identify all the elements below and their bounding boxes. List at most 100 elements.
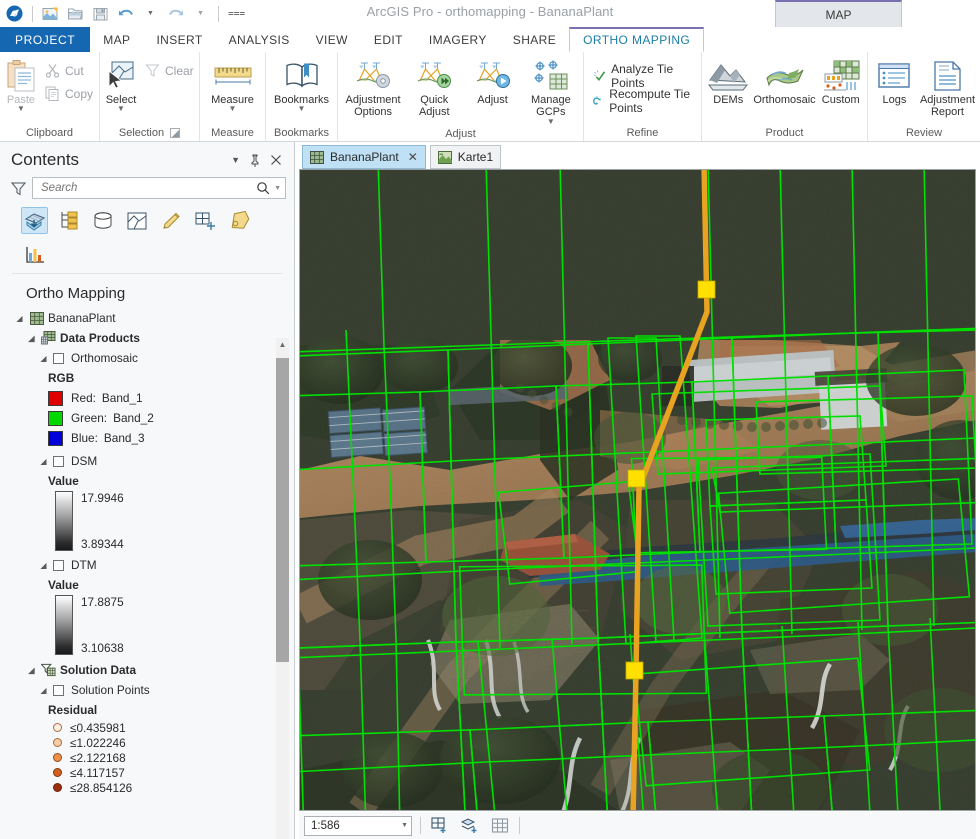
tree-item-solution-data[interactable]: ◢ Solution Data: [4, 660, 294, 680]
expander-icon[interactable]: ◢: [26, 666, 37, 675]
view-tab-bananaplant[interactable]: BananaPlant ✕: [302, 145, 426, 169]
workspace-icon: [29, 311, 44, 326]
save-project-icon[interactable]: [90, 3, 111, 24]
scroll-up-icon[interactable]: ▲: [276, 338, 289, 351]
selection-group-label: Selection: [104, 124, 195, 141]
pane-pin-icon[interactable]: [249, 154, 261, 167]
grid-icon[interactable]: [489, 816, 511, 836]
tree-item-solution-points[interactable]: ◢ Solution Points: [4, 680, 294, 700]
map-canvas[interactable]: [299, 169, 976, 811]
clear-selection-button[interactable]: Clear: [140, 59, 199, 82]
dems-button[interactable]: DEMs: [706, 56, 751, 108]
tree-item-dsm[interactable]: ◢ DSM: [4, 451, 294, 471]
orthomosaic-button[interactable]: Orthomosaic: [753, 56, 817, 108]
draw-order-icon[interactable]: [459, 816, 481, 836]
ribbon-tab-strip[interactable]: PROJECT MAP INSERT ANALYSIS VIEW EDIT IM…: [0, 27, 980, 52]
tab-edit[interactable]: EDIT: [361, 27, 416, 52]
quick-access-toolbar[interactable]: ▼ ▼ ⩶: [0, 3, 247, 24]
residual-class-label: ≤28.854126: [70, 781, 132, 795]
selection-dialog-launcher-icon[interactable]: [170, 128, 180, 138]
paste-caret-icon[interactable]: ▼: [17, 106, 25, 112]
adjust-button[interactable]: Adjust: [464, 56, 520, 108]
undo-dropdown-icon[interactable]: ▼: [140, 3, 161, 24]
selected-features-icon[interactable]: [429, 816, 451, 836]
manage-gcps-button[interactable]: Manage GCPs ▼: [523, 56, 579, 127]
tree-item-data-products[interactable]: ◢ Data Products: [4, 328, 294, 348]
measure-caret-icon[interactable]: ▼: [229, 106, 237, 112]
layer-visibility-checkbox[interactable]: [53, 456, 64, 467]
layer-visibility-checkbox[interactable]: [53, 685, 64, 696]
tab-share[interactable]: SHARE: [500, 27, 569, 52]
logs-button[interactable]: Logs: [872, 56, 917, 108]
scale-combobox[interactable]: 1:586 ▼: [304, 816, 412, 836]
list-by-selection-icon[interactable]: [123, 207, 150, 234]
tab-view[interactable]: VIEW: [303, 27, 361, 52]
undo-icon[interactable]: [115, 3, 136, 24]
adjustment-report-button[interactable]: Adjustment Report: [919, 56, 976, 121]
tab-ortho-mapping[interactable]: ORTHO MAPPING: [569, 27, 704, 52]
tab-analysis[interactable]: ANALYSIS: [216, 27, 303, 52]
search-icon[interactable]: [256, 181, 270, 195]
list-by-drawing-order-icon[interactable]: [21, 207, 48, 234]
search-input[interactable]: [39, 181, 256, 195]
quick-adjust-button[interactable]: Quick Adjust: [406, 56, 462, 121]
new-project-icon[interactable]: [40, 3, 61, 24]
scrollbar-thumb[interactable]: [276, 358, 289, 662]
tab-insert[interactable]: INSERT: [143, 27, 215, 52]
residual-symbol: [53, 783, 62, 792]
tree-item-bananaplant[interactable]: ◢ BananaPlant: [4, 308, 294, 328]
layer-visibility-checkbox[interactable]: [53, 560, 64, 571]
list-by-charts-icon[interactable]: [21, 241, 48, 268]
expander-icon[interactable]: ◢: [14, 314, 25, 323]
tab-map[interactable]: MAP: [90, 27, 143, 52]
list-by-database-icon[interactable]: [89, 207, 116, 234]
expander-icon[interactable]: ◢: [38, 354, 49, 363]
tree-item-orthomosaic[interactable]: ◢ Orthomosaic: [4, 348, 294, 368]
expander-icon[interactable]: ◢: [26, 334, 37, 343]
filter-funnel-icon[interactable]: [10, 180, 26, 196]
redo-dropdown-icon[interactable]: ▼: [190, 3, 211, 24]
contextual-tab-group-map[interactable]: MAP: [775, 0, 902, 27]
pane-menu-icon[interactable]: ▼: [231, 155, 240, 165]
tree-item-dtm[interactable]: ◢ DTM: [4, 555, 294, 575]
layer-visibility-checkbox[interactable]: [53, 353, 64, 364]
list-by-editing-icon[interactable]: [157, 207, 184, 234]
color-ramp: [55, 491, 73, 551]
paste-button[interactable]: Paste ▼: [4, 56, 38, 114]
tab-project[interactable]: PROJECT: [0, 27, 90, 52]
measure-button[interactable]: Measure ▼: [204, 56, 261, 114]
chevron-down-icon[interactable]: ▼: [401, 822, 408, 829]
view-tab-bar[interactable]: BananaPlant ✕ Karte1: [296, 142, 980, 169]
status-separator: [420, 817, 421, 834]
list-by-snapping-icon[interactable]: [191, 207, 218, 234]
expander-icon[interactable]: ◢: [38, 457, 49, 466]
adjustment-options-button[interactable]: Adjustment Options: [342, 56, 404, 121]
legend-title-dtm-value: Value: [4, 575, 294, 595]
select-caret-icon[interactable]: ▼: [117, 106, 125, 112]
tab-imagery[interactable]: IMAGERY: [416, 27, 500, 52]
contents-tree[interactable]: Ortho Mapping ◢ BananaPlant ◢ Data Produ…: [0, 274, 294, 839]
chevron-down-icon[interactable]: ▼: [270, 185, 281, 192]
recompute-tie-points-button[interactable]: Recompute Tie Points: [588, 89, 697, 112]
redo-icon[interactable]: [165, 3, 186, 24]
list-by-labeling-icon[interactable]: [225, 207, 252, 234]
bookmarks-button[interactable]: Bookmarks ▼: [270, 56, 333, 114]
custom-product-button[interactable]: Custom: [819, 56, 864, 108]
cut-button[interactable]: Cut: [40, 59, 98, 82]
expander-icon[interactable]: ◢: [38, 561, 49, 570]
app-menu-icon[interactable]: [4, 3, 25, 24]
manage-gcps-caret-icon[interactable]: ▼: [547, 119, 555, 125]
view-tab-karte1[interactable]: Karte1: [430, 145, 501, 169]
open-project-icon[interactable]: [65, 3, 86, 24]
list-by-data-source-icon[interactable]: [55, 207, 82, 234]
pane-close-icon[interactable]: [270, 154, 282, 166]
bookmarks-caret-icon[interactable]: ▼: [298, 106, 306, 112]
select-button[interactable]: Select ▼: [104, 56, 138, 114]
contents-scrollbar[interactable]: ▲ ▼: [276, 338, 289, 839]
search-input-wrapper[interactable]: ▼: [32, 177, 286, 199]
copy-button[interactable]: Copy: [40, 82, 98, 105]
expander-icon[interactable]: ◢: [38, 686, 49, 695]
analyze-tie-points-button[interactable]: Analyze Tie Points: [588, 64, 697, 87]
close-icon[interactable]: ✕: [408, 150, 418, 164]
customize-qat-icon[interactable]: ⩶: [226, 3, 247, 24]
